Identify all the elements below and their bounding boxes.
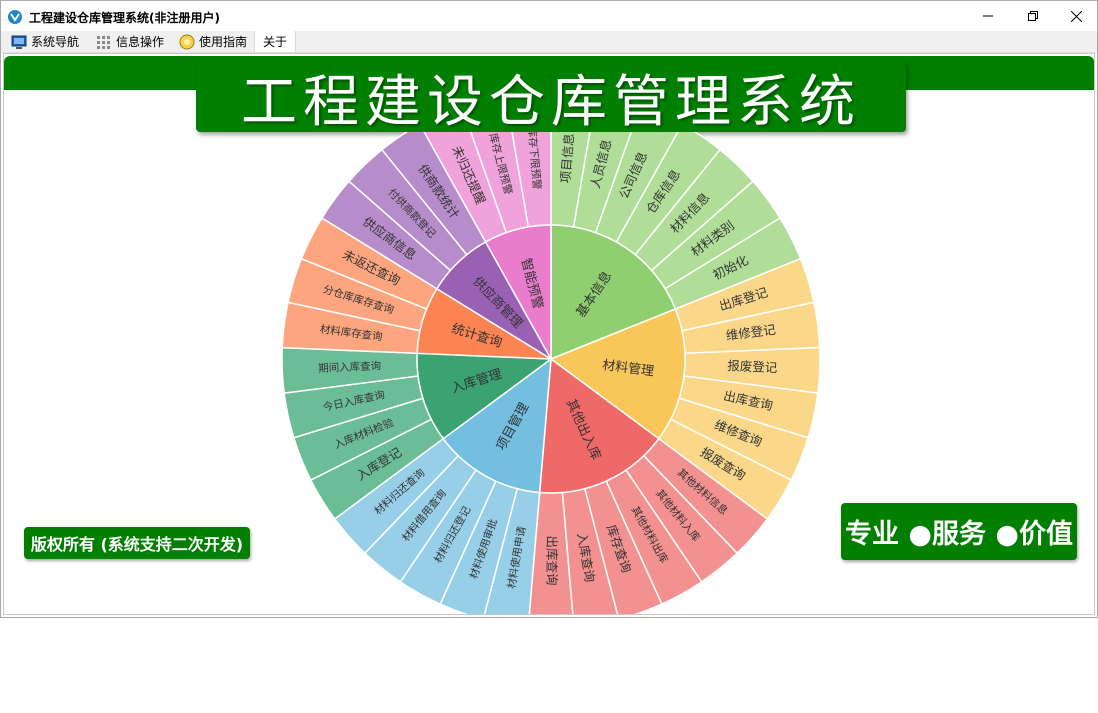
- copyright-text: 版权所有 (系统支持二次开发): [30, 535, 244, 554]
- close-icon: [1070, 10, 1082, 22]
- menu-info-ops[interactable]: 信息操作: [96, 31, 164, 52]
- help-bulb-icon: [179, 34, 195, 49]
- minimize-icon: [983, 15, 993, 17]
- title-bar[interactable]: 工程建设仓库管理系统(非注册用户): [1, 1, 1097, 31]
- menu-label: 信息操作: [116, 35, 165, 49]
- copyright-badge: 版权所有 (系统支持二次开发): [24, 527, 250, 559]
- sunburst-inner-ring: 基本信息材料管理其他出入库项目管理入库管理统计查询供应商管理智能预警: [416, 224, 686, 494]
- window-title: 工程建设仓库管理系统(非注册用户): [29, 11, 220, 25]
- menu-system-nav[interactable]: 系统导航: [11, 31, 79, 52]
- slogan-text: 专业 ●服务 ●价值: [845, 519, 1073, 550]
- banner-title: 工程建设仓库管理系统: [241, 69, 861, 135]
- sunburst-svg: 项目信息 人员信息 公司信息仓库信息材料信息材料类别初始化出库登记维修登记报废登记出…: [282, 132, 821, 614]
- menu-segment-label: 期间入库查询: [318, 359, 381, 375]
- menu-label: 系统导航: [31, 35, 80, 49]
- banner-title-box: 工程建设仓库管理系统: [196, 62, 906, 135]
- app-logo-icon: [8, 10, 22, 24]
- menu-segment-label: 出库查询: [545, 535, 560, 585]
- close-button[interactable]: [1053, 1, 1098, 31]
- restore-icon: [1028, 11, 1038, 21]
- menu-label: 关于: [263, 35, 288, 49]
- menu-bar: 系统导航 信息操作 使用指南 关于: [1, 31, 1097, 53]
- menu-segment-label: 报废登记: [727, 358, 778, 375]
- menu-about[interactable]: 关于: [254, 31, 297, 52]
- minimize-button[interactable]: [965, 1, 1011, 31]
- menu-user-guide[interactable]: 使用指南: [179, 31, 247, 52]
- grid-icon: [97, 35, 110, 49]
- monitor-icon: [11, 35, 27, 49]
- menu-label: 使用指南: [199, 35, 248, 49]
- navigation-sunburst: 项目信息 人员信息 公司信息 仓库信息 材料信息 材料类别 初始化 出库登记 维修登记 报废登记出…: [282, 132, 822, 614]
- restore-button[interactable]: [1010, 1, 1056, 31]
- slogan-badge: 专业 ●服务 ●价值: [841, 503, 1077, 560]
